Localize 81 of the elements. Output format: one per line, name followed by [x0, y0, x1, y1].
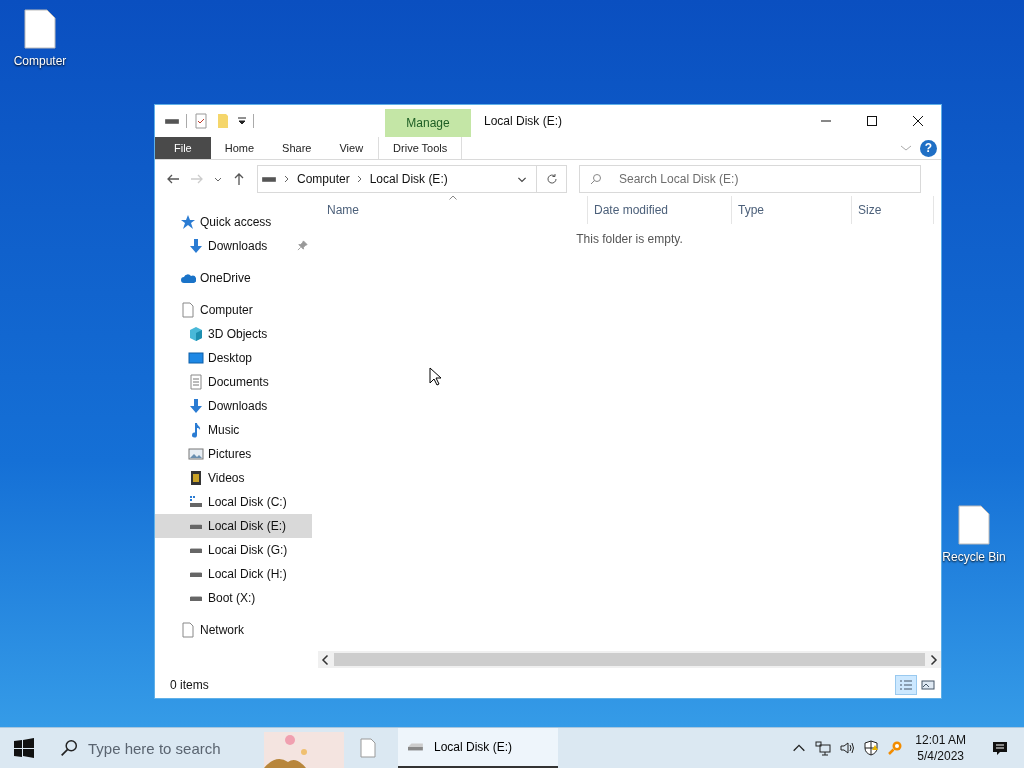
page-icon — [180, 302, 196, 318]
file-tab[interactable]: File — [155, 137, 211, 159]
clock-date[interactable]: 5/4/2023 — [917, 748, 964, 764]
drive-icon — [188, 522, 204, 530]
empty-folder-message: This folder is empty. — [576, 232, 683, 246]
address-bar[interactable]: Computer Local Disk (E:) — [257, 165, 537, 193]
nav-item[interactable]: Boot (X:) — [155, 586, 312, 610]
dropdown-arrow-icon[interactable] — [237, 116, 247, 126]
nav-item[interactable]: Computer — [155, 298, 312, 322]
chevron-right-icon — [283, 175, 291, 183]
drive-icon — [188, 570, 204, 578]
breadcrumb[interactable]: Local Disk (E:) — [369, 172, 448, 186]
nav-item[interactable]: Downloads — [155, 394, 312, 418]
nav-item[interactable]: Desktop — [155, 346, 312, 370]
context-tab-group: Manage — [385, 109, 471, 137]
cube-icon — [188, 326, 204, 342]
refresh-button[interactable] — [537, 165, 567, 193]
search-icon — [590, 173, 602, 185]
down-arrow-icon — [188, 398, 204, 414]
nav-item[interactable]: Pictures — [155, 442, 312, 466]
nav-item[interactable]: Music — [155, 418, 312, 442]
down-arrow-icon — [188, 238, 204, 254]
notification-icon[interactable] — [992, 740, 1008, 756]
details-list-icon — [899, 679, 913, 691]
nav-item[interactable]: Local Disk (E:) — [155, 514, 312, 538]
item-count: 0 items — [170, 678, 209, 692]
film-icon — [188, 470, 204, 486]
network-icon[interactable] — [815, 740, 832, 756]
help-button[interactable]: ? — [920, 139, 937, 157]
close-icon — [912, 115, 924, 127]
document-icon — [188, 374, 204, 390]
clock-time[interactable]: 12:01 AM — [915, 732, 966, 748]
ribbon-tab[interactable]: Share — [268, 137, 326, 159]
column-header[interactable]: Type — [732, 196, 852, 224]
mouse-pointer-icon — [429, 367, 441, 387]
monitor-icon — [188, 350, 204, 366]
page-icon — [180, 622, 196, 638]
search-icon — [60, 739, 78, 757]
nav-item[interactable]: OneDrive — [155, 266, 312, 290]
star-icon — [180, 214, 196, 230]
desktop-icon[interactable]: Recycle Bin — [942, 504, 1006, 564]
taskbar-app-button[interactable]: Local Disk (E:) — [398, 728, 558, 768]
desktop-icon[interactable]: Computer — [8, 8, 72, 68]
drive-icon — [188, 594, 204, 602]
chevron-right-icon — [355, 175, 364, 183]
page-icon — [24, 8, 56, 50]
ribbon-tab[interactable]: View — [325, 137, 378, 159]
drive-icon — [188, 494, 204, 510]
picture-icon — [188, 446, 204, 462]
column-header[interactable]: Date modified — [588, 196, 732, 224]
nav-item[interactable]: Downloads — [155, 234, 312, 258]
maximize-icon — [866, 115, 878, 127]
drive-icon — [261, 175, 277, 183]
windows-logo-icon — [14, 738, 34, 758]
refresh-icon — [545, 173, 558, 185]
nav-item[interactable]: Local Dick (H:) — [155, 562, 312, 586]
ribbon-tab[interactable]: Home — [210, 137, 269, 159]
nav-item[interactable]: Documents — [155, 370, 312, 394]
context-ribbon-tab[interactable]: Drive Tools — [378, 137, 463, 159]
search-field[interactable]: Search Local Disk (E:) — [579, 165, 921, 193]
column-header[interactable]: Name — [318, 196, 588, 224]
nav-item[interactable]: Quick access — [155, 210, 312, 234]
window-title: Local Disk (E:) — [484, 114, 563, 128]
column-header[interactable]: Size — [852, 196, 934, 224]
picture-icon — [921, 679, 935, 691]
drive-icon — [164, 117, 180, 125]
page-icon — [958, 504, 990, 546]
breadcrumb[interactable]: Computer — [297, 172, 350, 186]
desktop-icon-label: Computer — [13, 54, 67, 68]
nav-item[interactable]: Locai Disk (G:) — [155, 538, 312, 562]
nav-item[interactable]: 3D Objects — [155, 322, 312, 346]
nav-item[interactable]: Videos — [155, 466, 312, 490]
shield-icon[interactable] — [863, 740, 880, 756]
horizontal-scrollbar[interactable] — [318, 651, 941, 668]
desktop-icon-label: Recycle Bin — [942, 550, 1006, 564]
scrollbar-thumb[interactable] — [334, 653, 925, 666]
nav-item[interactable]: Local Disk (C:) — [155, 490, 312, 514]
checkbox-page-icon[interactable] — [193, 113, 209, 129]
speaker-icon[interactable] — [839, 740, 856, 756]
drive-icon — [188, 546, 204, 554]
nav-item[interactable]: Network — [155, 618, 312, 642]
